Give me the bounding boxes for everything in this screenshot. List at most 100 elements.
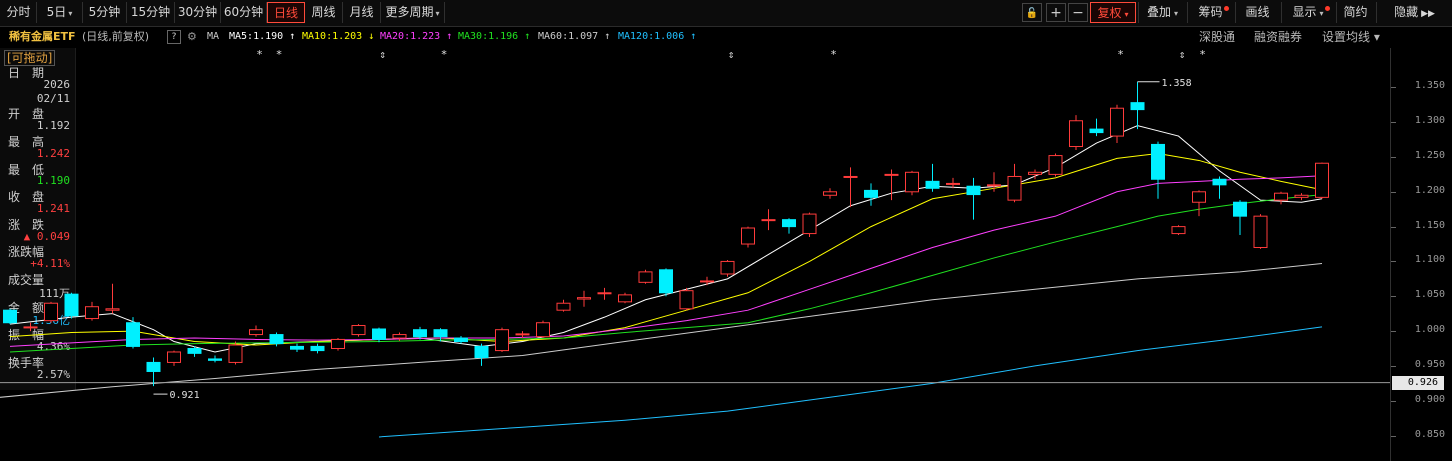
toolbar-button-1[interactable]: 叠加 ▾ [1138, 2, 1186, 23]
candle-body[interactable] [1007, 175, 1022, 201]
candle-body[interactable] [1294, 194, 1309, 198]
candle-body[interactable] [802, 213, 817, 235]
period-tab-8[interactable]: 月线 [343, 2, 381, 23]
candle-body[interactable] [823, 191, 837, 196]
candle-body[interactable] [474, 345, 489, 359]
candle-body[interactable] [864, 189, 878, 198]
candle-body[interactable] [618, 294, 632, 303]
help-button[interactable]: ? [167, 30, 181, 44]
candle-body[interactable] [310, 345, 325, 352]
candle-body[interactable] [331, 338, 345, 349]
candle-body[interactable] [638, 271, 653, 283]
zoom-in-icon[interactable]: + [1046, 3, 1066, 22]
candle-body[interactable] [454, 337, 468, 343]
zoom-out-icon[interactable]: − [1068, 3, 1088, 22]
candle-body[interactable] [146, 361, 161, 372]
candle-body[interactable] [228, 344, 243, 363]
candle-body[interactable] [208, 358, 222, 361]
candle-body[interactable] [1253, 215, 1268, 249]
candle-body[interactable] [372, 328, 386, 340]
toolbar-button-2[interactable]: 筹码 [1187, 2, 1233, 23]
candle-body[interactable] [1130, 102, 1145, 111]
event-marker[interactable]: * [256, 48, 263, 61]
candle-body[interactable] [249, 329, 263, 336]
candle-body[interactable] [884, 173, 899, 176]
candle-body[interactable] [351, 325, 366, 336]
candle-body[interactable] [782, 219, 796, 228]
candle-body[interactable] [556, 302, 571, 311]
candle-body[interactable] [23, 326, 38, 329]
candle-body[interactable] [1233, 201, 1247, 217]
candle-body[interactable] [925, 180, 940, 189]
candle-body[interactable] [433, 329, 448, 338]
candle-body[interactable] [290, 345, 304, 350]
settings-gear-icon[interactable]: ⚙ [187, 27, 197, 47]
candle-body[interactable] [741, 227, 755, 245]
info-link-1[interactable]: 融资融券 [1254, 27, 1302, 47]
candle-body[interactable] [1192, 191, 1206, 203]
candle-body[interactable] [3, 309, 17, 324]
candle-body[interactable] [720, 260, 735, 275]
candle-body[interactable] [536, 322, 550, 338]
period-tab-4[interactable]: 30分钟 [175, 2, 221, 23]
lock-open-icon[interactable]: 🔓 [1022, 3, 1042, 22]
toolbar-button-4[interactable]: 显示 ▾ [1281, 2, 1334, 23]
period-tab-9[interactable]: 更多周期 ▾ [381, 2, 445, 23]
candle-body[interactable] [1028, 171, 1042, 175]
candle-body[interactable] [1048, 155, 1063, 175]
candle-body[interactable] [577, 297, 591, 300]
candle-body[interactable] [64, 293, 79, 317]
candle-body[interactable] [167, 351, 181, 363]
period-tab-1[interactable]: 5日 ▾ [37, 2, 83, 23]
event-marker[interactable]: * [276, 48, 283, 61]
candle-body[interactable] [1274, 192, 1288, 201]
event-marker[interactable]: ⇕ [1179, 48, 1186, 61]
candle-body[interactable] [843, 175, 858, 178]
candle-body[interactable] [659, 269, 673, 294]
candle-body[interactable] [126, 322, 140, 347]
candle-body[interactable] [495, 329, 509, 352]
candle-body[interactable] [413, 329, 427, 338]
candle-body[interactable] [85, 306, 99, 320]
candle-body[interactable] [1110, 107, 1124, 137]
period-tab-5[interactable]: 60分钟 [221, 2, 267, 23]
period-tab-6[interactable]: 日线 [267, 2, 305, 23]
candle-body[interactable] [597, 292, 612, 295]
candle-body[interactable] [905, 171, 919, 193]
candle-body[interactable] [515, 333, 530, 336]
candle-body[interactable] [187, 347, 202, 354]
candle-body[interactable] [269, 334, 284, 345]
event-marker[interactable]: * [830, 48, 837, 61]
candle-body[interactable] [44, 302, 58, 322]
toolbar-button-6[interactable]: 隐藏 ▶▶ [1376, 2, 1452, 23]
toolbar-button-3[interactable]: 画线 [1235, 2, 1279, 23]
candle-body[interactable] [761, 219, 776, 222]
candle-body[interactable] [1171, 226, 1186, 235]
info-link-2[interactable]: 设置均线 ▾ [1322, 27, 1380, 47]
period-tab-2[interactable]: 5分钟 [83, 2, 127, 23]
period-tab-3[interactable]: 15分钟 [127, 2, 175, 23]
candle-body[interactable] [1069, 120, 1083, 148]
toolbar-button-5[interactable]: 简约 [1336, 2, 1374, 23]
event-marker[interactable]: * [1117, 48, 1124, 61]
event-marker[interactable]: ⇕ [728, 48, 735, 61]
candlestick-chart[interactable]: * * ⇕ * ⇕ * * ⇕ * 1.358 0.921 [0, 48, 1390, 461]
event-marker[interactable]: * [441, 48, 448, 61]
candle-body[interactable] [1089, 128, 1104, 134]
candle-body[interactable] [700, 280, 714, 283]
candle-body[interactable] [1315, 162, 1329, 198]
candle-body[interactable] [679, 290, 694, 310]
toolbar-button-0[interactable]: 复权 ▾ [1090, 2, 1136, 23]
candle-body[interactable] [966, 185, 981, 196]
info-link-0[interactable]: 深股通 [1199, 27, 1235, 47]
candle-body[interactable] [392, 334, 407, 339]
candle-body[interactable] [946, 182, 960, 185]
event-marker[interactable]: ⇕ [379, 48, 386, 61]
event-marker[interactable]: * [1199, 48, 1206, 61]
candle-body[interactable] [105, 308, 120, 311]
candle-body[interactable] [987, 184, 1001, 187]
period-tab-7[interactable]: 周线 [305, 2, 343, 23]
candle-body[interactable] [1212, 178, 1227, 186]
candle-body[interactable] [1151, 143, 1165, 180]
period-tab-0[interactable]: 分时 [1, 2, 37, 23]
